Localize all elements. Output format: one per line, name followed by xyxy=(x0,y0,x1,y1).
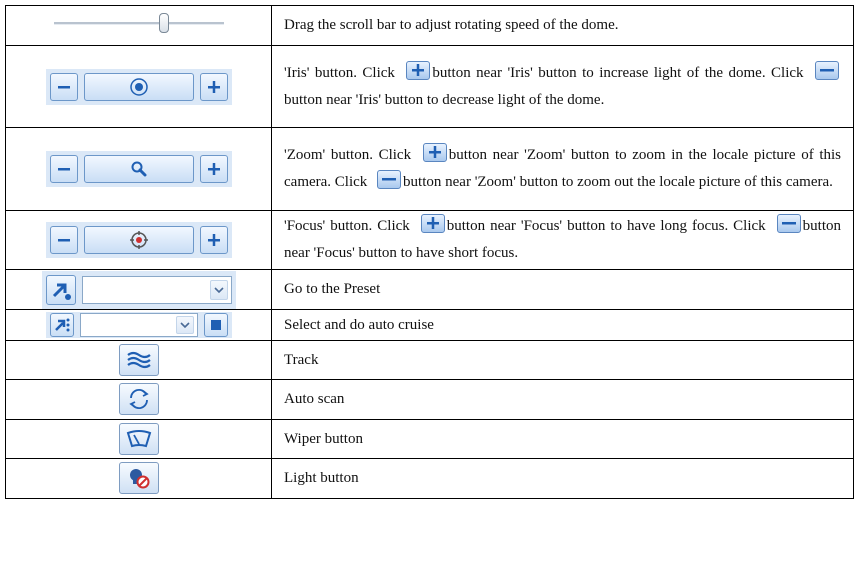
iris-minus-button[interactable] xyxy=(49,72,78,101)
wiper-button[interactable] xyxy=(118,423,159,455)
cruise-select[interactable] xyxy=(79,312,198,337)
row-description: Track xyxy=(271,340,854,380)
stop-icon xyxy=(210,319,221,330)
row-description: Go to the Preset xyxy=(271,269,854,310)
row-description: Select and do auto cruise xyxy=(271,309,854,341)
table-row: Track xyxy=(5,340,854,380)
table-row: Select and do auto cruise xyxy=(5,309,854,341)
minus-icon xyxy=(377,170,402,189)
desc-text: button near 'Focus' button to have long … xyxy=(446,218,771,234)
auto-scan-button[interactable] xyxy=(118,383,159,415)
minus-icon xyxy=(815,60,840,80)
zoom-minus-button[interactable] xyxy=(49,155,78,183)
desc-text: button near 'Iris' button to decrease li… xyxy=(284,91,605,108)
track-button[interactable] xyxy=(118,344,159,376)
plus-icon xyxy=(422,143,447,162)
table-row: 'Zoom' button. Click button near 'Zoom' … xyxy=(5,127,854,211)
zoom-controls-cell xyxy=(5,127,272,211)
chevron-down-icon[interactable] xyxy=(175,315,194,334)
row-description: Wiper button xyxy=(271,419,854,459)
focus-controls-cell xyxy=(5,210,272,270)
light-cell xyxy=(5,458,272,499)
plus-icon xyxy=(406,60,431,80)
table-row: Wiper button xyxy=(5,419,854,459)
preset-cell xyxy=(5,269,272,310)
auto-scan-cell xyxy=(5,379,272,420)
magnifier-icon xyxy=(131,161,146,177)
table-row: Go to the Preset xyxy=(5,269,854,310)
preset-select[interactable] xyxy=(81,275,232,304)
table-row: Auto scan xyxy=(5,379,854,420)
focus-plus-button[interactable] xyxy=(199,226,228,254)
slider-thumb[interactable] xyxy=(158,13,169,33)
speed-slider[interactable] xyxy=(53,9,224,37)
slider-track xyxy=(53,22,224,25)
track-cell xyxy=(5,340,272,380)
preset-controls xyxy=(41,270,236,309)
minus-icon xyxy=(57,239,70,242)
track-waves-icon xyxy=(126,351,151,369)
row-description: Auto scan xyxy=(271,379,854,420)
focus-target-icon xyxy=(129,231,148,249)
focus-controls xyxy=(45,222,232,258)
table-row: Drag the scroll bar to adjust rotating s… xyxy=(5,5,854,46)
iris-button[interactable] xyxy=(83,72,194,101)
wiper-cell xyxy=(5,419,272,459)
speed-slider-cell xyxy=(5,5,272,46)
plus-icon xyxy=(207,234,220,246)
cruise-stop-button[interactable] xyxy=(203,312,228,337)
minus-icon xyxy=(776,214,801,233)
desc-text: button near 'Zoom' button to zoom out th… xyxy=(403,174,833,190)
focus-minus-button[interactable] xyxy=(49,226,78,254)
desc-text: 'Focus' button. Click xyxy=(284,218,415,234)
row-description: Light button xyxy=(271,458,854,499)
iris-controls xyxy=(45,68,232,105)
plus-icon xyxy=(207,163,220,175)
cruise-controls xyxy=(45,311,232,338)
row-description: 'Zoom' button. Click button near 'Zoom' … xyxy=(271,127,854,211)
desc-text: button near 'Iris' button to increase li… xyxy=(432,64,810,81)
preset-arrow-icon xyxy=(52,283,71,300)
row-description: Drag the scroll bar to adjust rotating s… xyxy=(271,5,854,46)
table-row: 'Focus' button. Click button near 'Focus… xyxy=(5,210,854,270)
zoom-controls xyxy=(45,151,232,187)
focus-button[interactable] xyxy=(83,226,194,254)
table-row: 'Iris' button. Click button near 'Iris' … xyxy=(5,45,854,128)
iris-icon xyxy=(129,77,148,96)
desc-text: 'Iris' button. Click xyxy=(284,64,401,81)
minus-icon xyxy=(57,85,70,88)
button-reference-table: Drag the scroll bar to adjust rotating s… xyxy=(5,5,854,499)
plus-icon xyxy=(420,214,445,233)
row-description: 'Focus' button. Click button near 'Focus… xyxy=(271,210,854,270)
zoom-button[interactable] xyxy=(83,155,194,183)
iris-plus-button[interactable] xyxy=(199,72,228,101)
desc-text: 'Zoom' button. Click xyxy=(284,147,417,163)
wiper-icon xyxy=(126,430,151,448)
cruise-arrow-icon xyxy=(54,318,69,331)
cruise-button[interactable] xyxy=(49,312,74,337)
table-row: Light button xyxy=(5,458,854,499)
light-off-icon xyxy=(129,469,149,489)
light-button[interactable] xyxy=(118,462,159,494)
row-description: 'Iris' button. Click button near 'Iris' … xyxy=(271,45,854,128)
minus-icon xyxy=(57,168,70,171)
iris-controls-cell xyxy=(5,45,272,128)
plus-icon xyxy=(207,80,220,93)
rotate-arrows-icon xyxy=(128,388,149,410)
chevron-down-icon[interactable] xyxy=(209,279,228,300)
preset-button[interactable] xyxy=(45,274,76,305)
zoom-plus-button[interactable] xyxy=(199,155,228,183)
cruise-cell xyxy=(5,309,272,341)
